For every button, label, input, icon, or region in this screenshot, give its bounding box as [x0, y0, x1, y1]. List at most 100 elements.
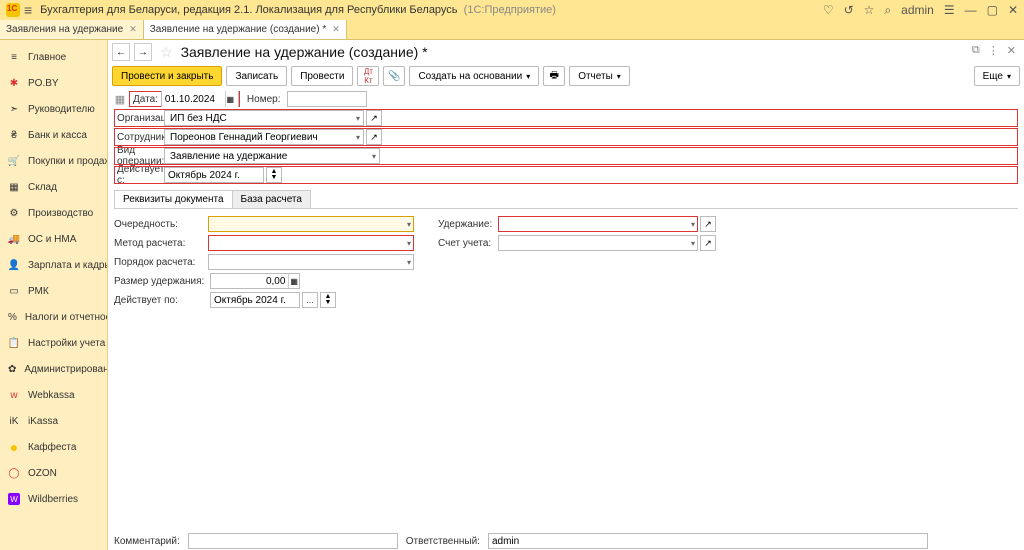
percent-icon: %: [8, 311, 17, 323]
open-new-window-icon[interactable]: ⧉: [972, 44, 980, 57]
menu-icon[interactable]: ≡: [24, 2, 32, 18]
favorite-icon[interactable]: ☆: [160, 44, 173, 61]
sidebar-item-manager[interactable]: ➣Руководителю: [0, 96, 107, 122]
title-actions: ♡ ↺ ☆ ⌕ admin ☰ — ▢ ✕: [823, 3, 1018, 18]
gear-icon: ⚙: [8, 207, 20, 219]
clipboard-icon: 📋: [8, 337, 20, 349]
back-button[interactable]: ←: [112, 43, 130, 61]
open-icon[interactable]: ↗: [700, 216, 716, 232]
org-field[interactable]: ИП без НДС: [164, 110, 364, 126]
sidebar-item-kaffesta[interactable]: ●Каффеста: [0, 434, 107, 460]
order-field[interactable]: [208, 254, 414, 270]
comment-field[interactable]: [188, 533, 398, 549]
account-field[interactable]: [498, 235, 698, 251]
close-icon[interactable]: ✕: [1008, 3, 1018, 17]
sidebar-item-rmk[interactable]: ▭РМК: [0, 278, 107, 304]
sidebar-item-webkassa[interactable]: wWebkassa: [0, 382, 107, 408]
app-title: Бухгалтерия для Беларуси, редакция 2.1. …: [40, 4, 823, 16]
comment-label: Комментарий:: [114, 536, 180, 547]
sidebar-item-ozon[interactable]: ◯OZON: [0, 460, 107, 486]
date-field[interactable]: ▦: [161, 91, 239, 107]
ikassa-icon: iK: [8, 415, 20, 427]
responsible-field[interactable]: admin: [488, 533, 928, 549]
number-field[interactable]: [287, 91, 367, 107]
form-tabs: Реквизиты документа База расчета: [114, 190, 1018, 209]
minimize-icon[interactable]: —: [965, 3, 977, 17]
sidebar-item-settings[interactable]: 📋Настройки учета: [0, 330, 107, 356]
tabbar: Заявления на удержание✕ Заявление на уде…: [0, 20, 1024, 40]
spin-icon[interactable]: ▲▼: [320, 292, 336, 308]
sidebar-item-prod[interactable]: ⚙Производство: [0, 200, 107, 226]
sidebar-item-tax[interactable]: %Налоги и отчетность: [0, 304, 107, 330]
close-icon[interactable]: ✕: [1007, 44, 1016, 57]
more-button[interactable]: Еще: [974, 66, 1020, 86]
history-icon[interactable]: ↺: [844, 3, 854, 17]
kebab-icon[interactable]: ⋮: [988, 44, 999, 57]
sidebar-item-wb[interactable]: WWildberries: [0, 486, 107, 512]
sidebar-item-warehouse[interactable]: ▦Склад: [0, 174, 107, 200]
star-icon[interactable]: ☆: [864, 3, 875, 17]
sidebar-item-admin[interactable]: ✿Администрирование: [0, 356, 107, 382]
sidebar-item-sales[interactable]: 🛒Покупки и продажи: [0, 148, 107, 174]
tab-document[interactable]: Заявление на удержание (создание) *✕: [144, 20, 347, 39]
save-button[interactable]: Записать: [226, 66, 287, 86]
open-icon[interactable]: ↗: [366, 129, 382, 145]
tab-list[interactable]: Заявления на удержание✕: [0, 20, 144, 39]
warehouse-icon: ▦: [8, 181, 20, 193]
app-logo: [6, 3, 20, 17]
maximize-icon[interactable]: ▢: [987, 3, 998, 17]
close-icon[interactable]: ✕: [332, 24, 340, 35]
tree-icon[interactable]: ▦: [114, 93, 126, 106]
order-label: Порядок расчета:: [114, 257, 208, 268]
sidebar: ≡Главное ✱PO.BY ➣Руководителю ₴Банк и ка…: [0, 40, 108, 550]
options-icon[interactable]: ☰: [944, 3, 955, 17]
optype-field[interactable]: Заявление на удержание: [164, 148, 380, 164]
tab-requisites[interactable]: Реквизиты документа: [114, 190, 233, 208]
sidebar-item-poby[interactable]: ✱PO.BY: [0, 70, 107, 96]
calendar-icon[interactable]: ▦: [225, 91, 235, 107]
date-label: Дата:: [130, 94, 161, 105]
deduction-field[interactable]: [498, 216, 698, 232]
print-button[interactable]: 🖶: [543, 66, 565, 86]
close-icon[interactable]: ✕: [129, 24, 137, 35]
bank-icon: ₴: [8, 129, 20, 141]
emp-field[interactable]: Пореонов Геннадий Георгиевич: [164, 129, 364, 145]
sidebar-item-assets[interactable]: 🚚ОС и НМА: [0, 226, 107, 252]
forward-button[interactable]: →: [134, 43, 152, 61]
attach-button[interactable]: 📎: [383, 66, 405, 86]
until-label: Действует по:: [114, 295, 210, 306]
main: ⧉ ⋮ ✕ ← → ☆ Заявление на удержание (созд…: [108, 40, 1024, 550]
user-label[interactable]: admin: [901, 3, 934, 17]
search-icon[interactable]: ⌕: [884, 3, 891, 18]
open-icon[interactable]: ↗: [366, 110, 382, 126]
screen-icon: ▭: [8, 285, 20, 297]
amount-label: Размер удержания:: [114, 276, 210, 287]
responsible-label: Ответственный:: [406, 536, 480, 547]
post-button[interactable]: Провести: [291, 66, 353, 86]
emp-label: Сотрудник:: [114, 132, 164, 143]
dt-kt-button[interactable]: ДтКт: [357, 66, 379, 86]
tab-base[interactable]: База расчета: [232, 190, 311, 208]
until-field[interactable]: [210, 292, 300, 308]
dot-icon: ●: [8, 441, 20, 453]
create-based-button[interactable]: Создать на основании: [409, 66, 539, 86]
truck-icon: 🚚: [8, 233, 20, 245]
sidebar-item-bank[interactable]: ₴Банк и касса: [0, 122, 107, 148]
sidebar-item-main[interactable]: ≡Главное: [0, 44, 107, 70]
reports-button[interactable]: Отчеты: [569, 66, 630, 86]
sidebar-item-hr[interactable]: 👤Зарплата и кадры: [0, 252, 107, 278]
priority-field[interactable]: [208, 216, 414, 232]
bell-icon[interactable]: ♡: [823, 3, 834, 17]
sidebar-item-ikassa[interactable]: iKiKassa: [0, 408, 107, 434]
amount-field[interactable]: ▦: [210, 273, 300, 289]
manager-icon: ➣: [8, 103, 20, 115]
eff-field[interactable]: [164, 167, 264, 183]
wb-icon: W: [8, 493, 20, 505]
method-field[interactable]: [208, 235, 414, 251]
titlebar: ≡ Бухгалтерия для Беларуси, редакция 2.1…: [0, 0, 1024, 20]
clear-icon[interactable]: …: [302, 292, 318, 308]
spin-icon[interactable]: ▲▼: [266, 167, 282, 183]
open-icon[interactable]: ↗: [700, 235, 716, 251]
post-and-close-button[interactable]: Провести и закрыть: [112, 66, 222, 86]
calc-icon[interactable]: ▦: [288, 274, 299, 288]
